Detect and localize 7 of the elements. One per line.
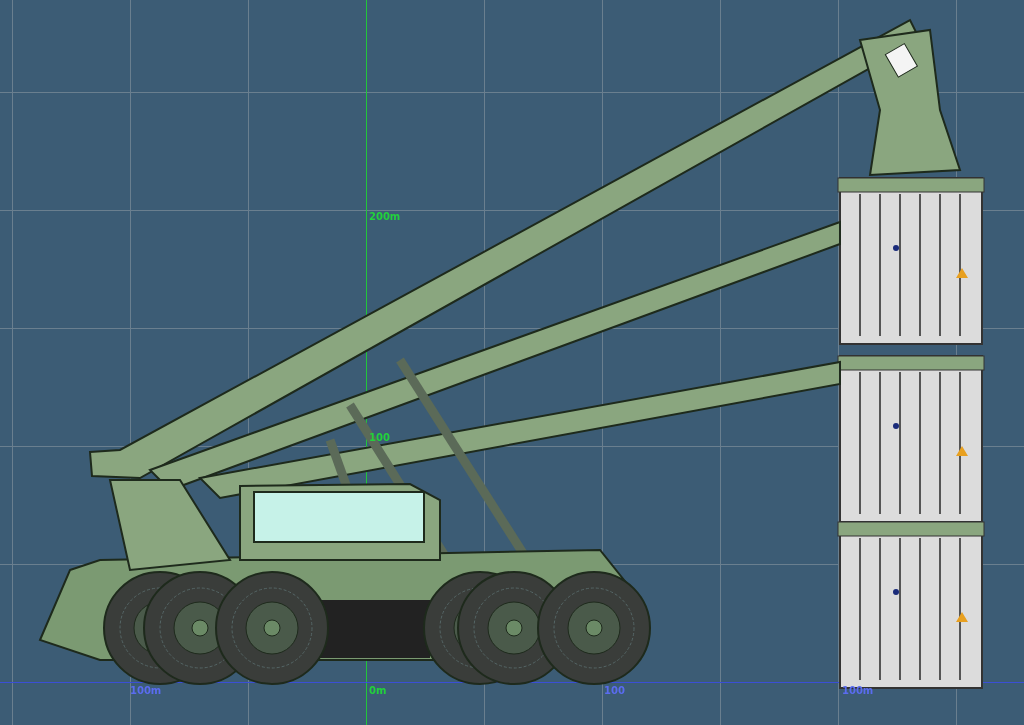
axis-label: 100m [130, 686, 162, 696]
axis-label: 200m [369, 212, 401, 222]
axis-label: 0m [369, 686, 387, 696]
axis-label: 100 [369, 433, 390, 443]
3d-viewport[interactable]: 200m 100 100m 0m 100 100m [0, 0, 1024, 725]
axis-label: 100 [604, 686, 625, 696]
axis-label: 100m [842, 686, 874, 696]
